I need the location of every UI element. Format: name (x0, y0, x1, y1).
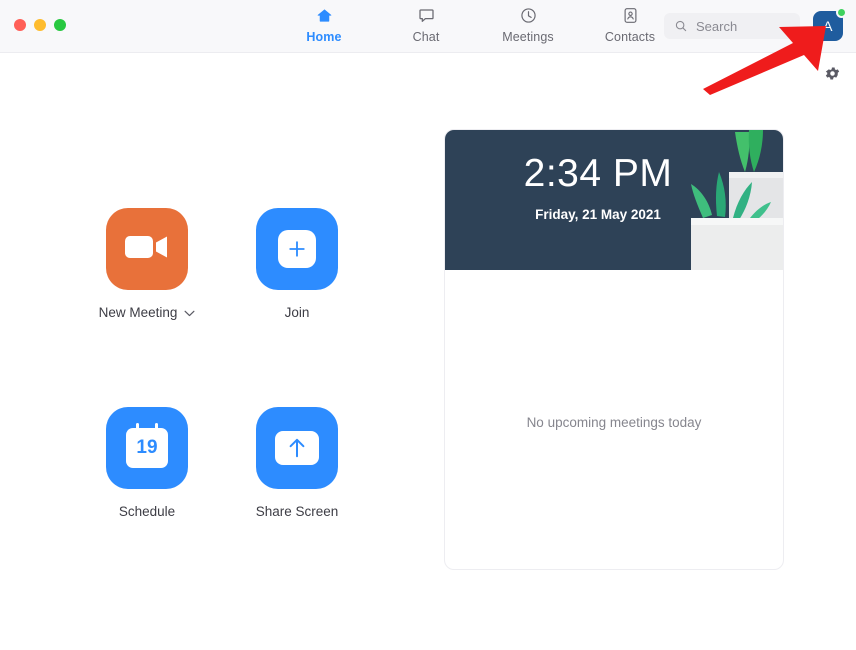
join-tile[interactable] (256, 208, 338, 290)
tab-contacts-label: Contacts (604, 30, 656, 44)
share-screen-arrow-icon (275, 431, 319, 465)
action-row-2: 19 Schedule Share Screen (106, 407, 338, 519)
share-screen-action[interactable]: Share Screen (256, 407, 338, 519)
search-placeholder: Search (696, 18, 738, 34)
maximize-window-button[interactable] (54, 19, 66, 31)
tab-home-label: Home (306, 30, 342, 44)
calendar-icon: 19 (126, 423, 168, 468)
new-meeting-label: New Meeting (98, 305, 178, 320)
settings-button[interactable] (824, 65, 841, 82)
tab-contacts[interactable]: Contacts (594, 4, 666, 44)
clock-banner: 2:34 PM Friday, 21 May 2021 (445, 130, 783, 270)
upcoming-meetings-card: 2:34 PM Friday, 21 May 2021 No upcoming … (444, 129, 784, 570)
calendar-ring-left (136, 423, 139, 432)
title-bar: Home Chat Meetings Contacts Search A (0, 0, 856, 53)
contact-card-icon (621, 4, 640, 26)
action-row-1: New Meeting Join (99, 208, 338, 320)
main-navigation-tabs: Home Chat Meetings Contacts (288, 4, 666, 44)
schedule-tile[interactable]: 19 (106, 407, 188, 489)
plus-icon (278, 230, 316, 268)
tab-chat-label: Chat (412, 30, 440, 44)
share-screen-tile[interactable] (256, 407, 338, 489)
minimize-window-button[interactable] (34, 19, 46, 31)
tab-home[interactable]: Home (288, 4, 360, 44)
video-camera-icon (124, 231, 170, 268)
schedule-action[interactable]: 19 Schedule (106, 407, 188, 519)
close-window-button[interactable] (14, 19, 26, 31)
calendar-day-number: 19 (136, 437, 158, 458)
no-meetings-message: No upcoming meetings today (526, 415, 702, 430)
join-caption: Join (285, 305, 310, 320)
search-icon (674, 19, 688, 33)
new-meeting-action[interactable]: New Meeting (99, 208, 195, 320)
zoom-app-window: Home Chat Meetings Contacts Search A New… (0, 0, 856, 650)
calendar-ring-right (155, 423, 158, 432)
schedule-label: Schedule (118, 504, 176, 519)
tab-meetings-label: Meetings (502, 30, 554, 44)
potted-plants-illustration (691, 130, 783, 270)
new-meeting-tile[interactable] (106, 208, 188, 290)
share-screen-caption: Share Screen (256, 504, 339, 519)
chevron-down-icon[interactable] (184, 305, 195, 320)
clock-icon (519, 4, 538, 26)
schedule-caption: Schedule (119, 504, 175, 519)
tab-chat[interactable]: Chat (390, 4, 462, 44)
presence-status-dot (836, 7, 847, 18)
new-meeting-caption: New Meeting (99, 305, 196, 320)
avatar-initial: A (823, 18, 833, 34)
join-label: Join (284, 305, 310, 320)
home-icon (315, 4, 334, 26)
chat-bubble-icon (417, 4, 436, 26)
tab-meetings[interactable]: Meetings (492, 4, 564, 44)
join-action[interactable]: Join (256, 208, 338, 320)
window-controls (14, 19, 66, 31)
search-input[interactable]: Search (664, 13, 800, 39)
home-action-grid: New Meeting Join 19 Schedule Share Scree… (99, 208, 338, 519)
share-screen-label: Share Screen (255, 504, 339, 519)
